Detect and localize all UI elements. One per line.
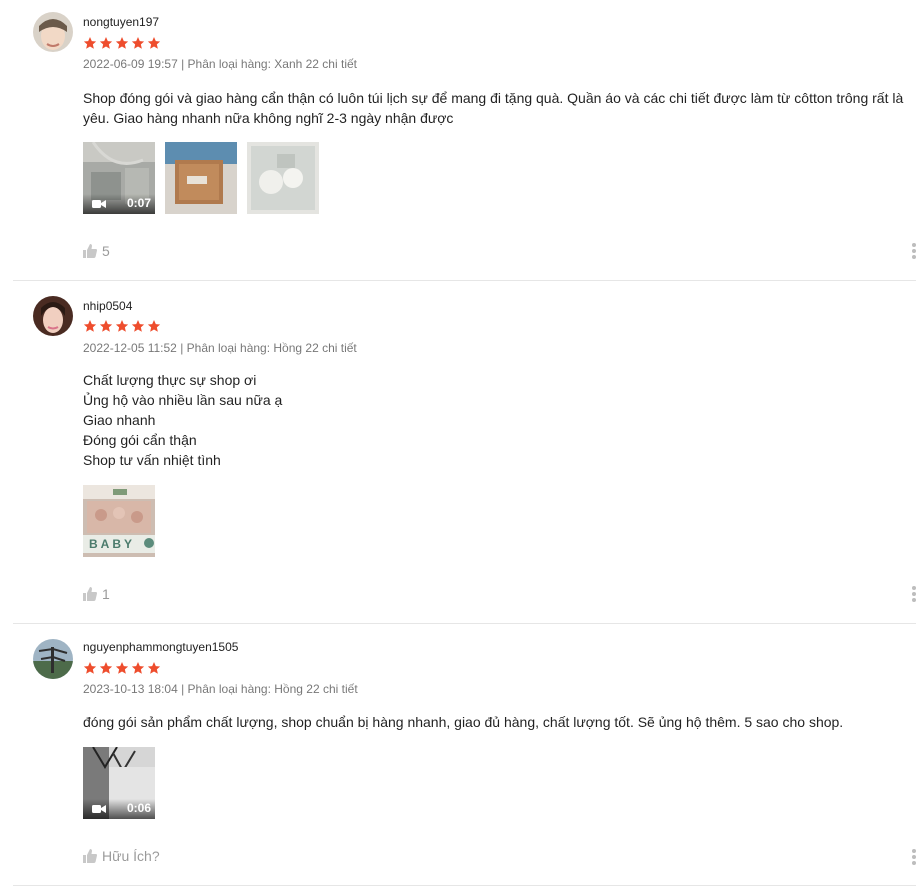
avatar[interactable]: [33, 296, 73, 336]
reviewer-username[interactable]: nguyenphammongtuyen1505: [83, 640, 238, 654]
review-image-thumbnail[interactable]: [165, 142, 237, 214]
more-options-button[interactable]: [912, 243, 916, 259]
review-content: đóng gói sản phẩm chất lượng, shop chuẩn…: [83, 712, 909, 732]
rating-stars: [83, 319, 161, 333]
review-item: nongtuyen197 2022-06-09 19:57 | Phân loạ…: [13, 0, 916, 281]
more-options-button[interactable]: [912, 849, 916, 865]
review-video-thumbnail[interactable]: 0:07: [83, 142, 155, 214]
review-media: BABY: [83, 485, 155, 557]
star-icon: [83, 37, 97, 49]
more-options-button[interactable]: [912, 586, 916, 602]
avatar[interactable]: [33, 12, 73, 52]
like-button[interactable]: 5: [83, 243, 110, 259]
helpful-button[interactable]: Hữu Ích?: [83, 848, 160, 864]
like-count: 1: [102, 586, 110, 602]
more-vertical-icon: [912, 586, 916, 590]
review-meta: 2022-06-09 19:57 | Phân loại hàng: Xanh …: [83, 57, 357, 71]
helpful-label: Hữu Ích?: [102, 848, 160, 864]
cardboard-box-photo: [165, 142, 237, 214]
review-media: 0:07: [83, 142, 319, 214]
video-camera-icon: [92, 200, 106, 208]
review-content-line: Chất lượng thực sự shop ơi: [83, 372, 257, 388]
rating-stars: [83, 36, 161, 50]
review-media: 0:06: [83, 747, 155, 819]
star-icon: [99, 37, 113, 49]
star-icon: [131, 662, 145, 674]
review-image-thumbnail[interactable]: [247, 142, 319, 214]
review-item: nguyenphammongtuyen1505 2023-10-13 18:04…: [13, 624, 916, 886]
star-icon: [83, 662, 97, 674]
star-icon: [115, 320, 129, 332]
review-image-thumbnail[interactable]: BABY: [83, 485, 155, 557]
star-icon: [115, 662, 129, 674]
thumbs-up-icon: [83, 849, 97, 863]
thumbs-up-icon: [83, 244, 97, 258]
review-item: nhip0504 2022-12-05 11:52 | Phân loại hà…: [13, 281, 916, 624]
rating-stars: [83, 661, 161, 675]
more-vertical-icon: [912, 243, 916, 247]
like-button[interactable]: 1: [83, 586, 110, 602]
review-content-line: Shop tư vấn nhiệt tình: [83, 452, 221, 468]
star-icon: [83, 320, 97, 332]
star-icon: [99, 662, 113, 674]
review-content-line: Ủng hộ vào nhiều lần sau nữa ạ: [83, 392, 283, 408]
image-caption-text: BABY: [89, 537, 136, 551]
star-icon: [147, 320, 161, 332]
star-icon: [131, 37, 145, 49]
review-meta: 2023-10-13 18:04 | Phân loại hàng: Hồng …: [83, 682, 358, 696]
review-content: Shop đóng gói và giao hàng cẩn thận có l…: [83, 88, 909, 128]
reviewer-username[interactable]: nongtuyen197: [83, 15, 159, 29]
star-icon: [131, 320, 145, 332]
video-duration: 0:06: [126, 801, 151, 815]
baby-clothes-photo: [247, 142, 319, 214]
star-icon: [115, 37, 129, 49]
reviewer-username[interactable]: nhip0504: [83, 299, 132, 313]
video-camera-icon: [92, 805, 106, 813]
review-content-line: Đóng gói cẩn thận: [83, 432, 197, 448]
review-meta: 2022-12-05 11:52 | Phân loại hàng: Hồng …: [83, 341, 357, 355]
review-content-line: đóng gói sản phẩm chất lượng, shop chuẩn…: [83, 714, 844, 730]
star-icon: [147, 37, 161, 49]
review-content: Chất lượng thực sự shop ơi Ủng hộ vào nh…: [83, 370, 909, 470]
like-count: 5: [102, 243, 110, 259]
review-content-line: Shop đóng gói và giao hàng cẩn thận có l…: [83, 90, 904, 126]
thumbs-up-icon: [83, 587, 97, 601]
video-duration: 0:07: [126, 196, 151, 210]
more-vertical-icon: [912, 849, 916, 853]
star-icon: [99, 320, 113, 332]
star-icon: [147, 662, 161, 674]
review-content-line: Giao nhanh: [83, 412, 156, 428]
review-video-thumbnail[interactable]: 0:06: [83, 747, 155, 819]
avatar[interactable]: [33, 639, 73, 679]
